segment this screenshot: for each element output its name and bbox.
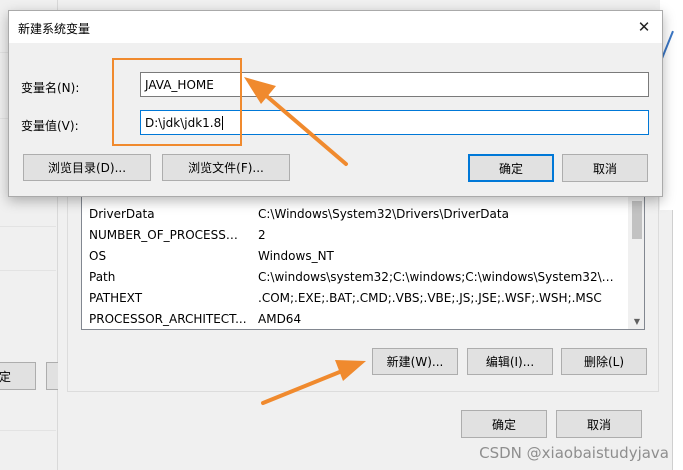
annotation-arrows [244,77,366,405]
watermark: CSDN @xiaobaistudyjava [479,444,669,462]
arrow-to-new-button [261,360,366,405]
arrow-to-variable-name [244,77,348,166]
